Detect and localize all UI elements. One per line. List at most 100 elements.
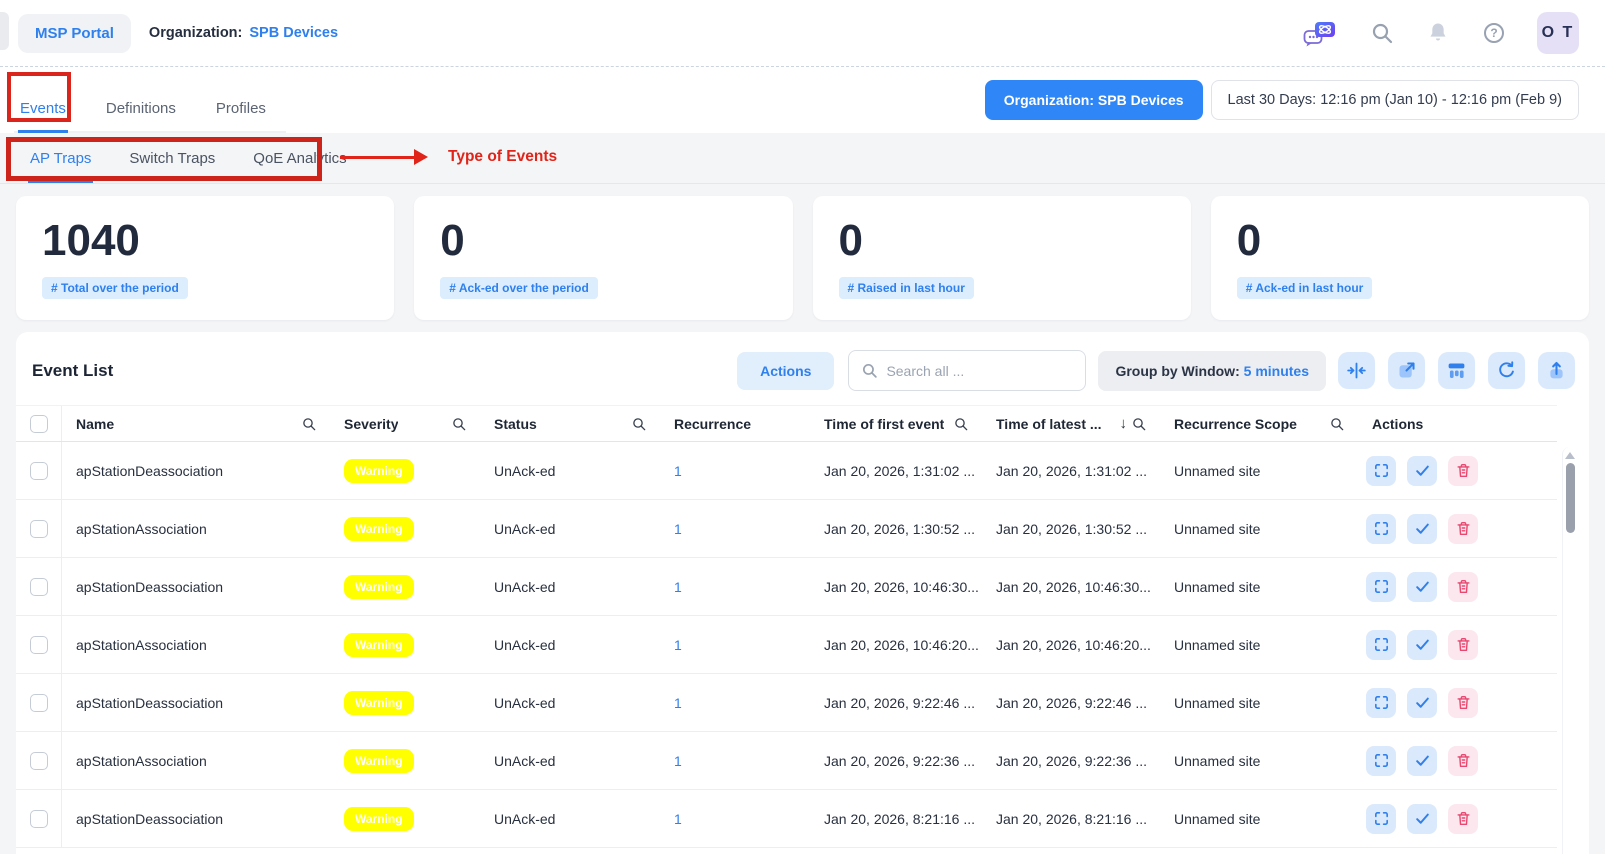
search-input[interactable] [886,363,1073,379]
row-checkbox[interactable] [30,694,48,712]
tab-events[interactable]: Events [18,84,68,133]
status-cell: UnAck-ed [480,695,660,711]
acknowledge-button[interactable] [1407,746,1437,776]
columns-button[interactable] [1438,352,1475,389]
column-header-recurrence[interactable]: Recurrence [660,416,810,432]
acknowledge-button[interactable] [1407,572,1437,602]
column-header-status[interactable]: Status [480,416,660,432]
recurrence-cell: 1 [660,579,810,595]
recurrence-count-link[interactable]: 1 [674,695,682,711]
expand-event-button[interactable] [1366,456,1396,486]
acknowledge-button[interactable] [1407,456,1437,486]
expand-event-button[interactable] [1366,572,1396,602]
scrollbar-thumb[interactable] [1566,463,1575,533]
ai-assistant-icon[interactable] [1301,20,1339,46]
msp-portal-button[interactable]: MSP Portal [18,14,131,53]
select-all-checkbox[interactable] [30,415,48,433]
column-header-severity[interactable]: Severity [330,416,480,432]
organization-filter-button[interactable]: Organization: SPB Devices [985,80,1203,120]
notifications-bell-icon[interactable] [1425,20,1451,46]
expand-icon [1373,462,1390,479]
tab-definitions[interactable]: Definitions [104,84,178,133]
recurrence-count-link[interactable]: 1 [674,753,682,769]
date-range-picker[interactable]: Last 30 Days: 12:16 pm (Jan 10) - 12:16 … [1211,80,1579,120]
time-latest-event: Jan 20, 2026, 10:46:30... [982,579,1160,595]
row-checkbox[interactable] [30,462,48,480]
export-button[interactable] [1538,352,1575,389]
status-cell: UnAck-ed [480,811,660,827]
table-scrollbar[interactable] [1562,447,1577,854]
fit-columns-button[interactable] [1338,352,1375,389]
annotation-label: Type of Events [448,148,557,166]
status-cell: UnAck-ed [480,579,660,595]
severity-cell: Warning [330,691,480,715]
expand-icon [1373,578,1390,595]
row-checkbox[interactable] [30,636,48,654]
recurrence-count-link[interactable]: 1 [674,637,682,653]
column-search-icon[interactable] [953,416,969,432]
delete-event-button[interactable] [1448,688,1478,718]
column-header-first-event[interactable]: Time of first event [810,416,982,432]
recurrence-count-link[interactable]: 1 [674,811,682,827]
column-search-icon[interactable] [1131,416,1147,432]
tab-ap-traps[interactable]: AP Traps [28,150,93,183]
sort-desc-icon[interactable]: ↓ [1120,415,1128,432]
delete-event-button[interactable] [1448,514,1478,544]
column-header-name[interactable]: Name [62,416,330,432]
recurrence-cell: 1 [660,695,810,711]
search-box[interactable] [848,350,1086,391]
event-type-tabs: AP Traps Switch Traps QoE Analytics [28,133,349,183]
organization-value-link[interactable]: SPB Devices [249,25,338,41]
expand-event-button[interactable] [1366,514,1396,544]
open-in-new-button[interactable] [1388,352,1425,389]
event-name: apStationAssociation [62,753,330,769]
recurrence-scope: Unnamed site [1160,637,1358,653]
column-search-icon[interactable] [451,416,467,432]
recurrence-count-link[interactable]: 1 [674,463,682,479]
user-avatar[interactable]: O T [1537,12,1579,54]
sidebar-toggle-sliver[interactable] [0,12,9,50]
expand-event-button[interactable] [1366,688,1396,718]
recurrence-count-link[interactable]: 1 [674,579,682,595]
acknowledge-button[interactable] [1407,688,1437,718]
row-checkbox[interactable] [30,810,48,828]
acknowledge-button[interactable] [1407,630,1437,660]
column-search-icon[interactable] [631,416,647,432]
column-search-icon[interactable] [301,416,317,432]
check-icon [1414,462,1431,479]
actions-button[interactable]: Actions [737,352,834,390]
status-cell: UnAck-ed [480,463,660,479]
delete-event-button[interactable] [1448,572,1478,602]
table-row: apStationDeassociation Warning UnAck-ed … [16,790,1557,848]
group-by-window-selector[interactable]: Group by Window: 5 minutes [1098,351,1326,391]
column-header-latest-event[interactable]: Time of latest ... ↓ [982,415,1160,432]
tab-qoe-analytics[interactable]: QoE Analytics [251,150,348,183]
acknowledge-button[interactable] [1407,804,1437,834]
global-search-icon[interactable] [1369,20,1395,46]
time-latest-event: Jan 20, 2026, 9:22:46 ... [982,695,1160,711]
row-actions [1358,804,1557,834]
row-checkbox-cell [16,442,62,499]
acknowledge-button[interactable] [1407,514,1437,544]
tab-switch-traps[interactable]: Switch Traps [127,150,217,183]
column-search-icon[interactable] [1329,416,1345,432]
expand-event-button[interactable] [1366,630,1396,660]
delete-event-button[interactable] [1448,746,1478,776]
help-icon[interactable]: ? [1481,20,1507,46]
trash-icon [1455,520,1472,537]
delete-event-button[interactable] [1448,630,1478,660]
expand-event-button[interactable] [1366,804,1396,834]
recurrence-scope: Unnamed site [1160,521,1358,537]
row-checkbox[interactable] [30,752,48,770]
column-header-recurrence-scope[interactable]: Recurrence Scope [1160,416,1358,432]
recurrence-count-link[interactable]: 1 [674,521,682,537]
tab-profiles[interactable]: Profiles [214,84,268,133]
row-checkbox[interactable] [30,520,48,538]
refresh-button[interactable] [1488,352,1525,389]
delete-event-button[interactable] [1448,456,1478,486]
scroll-up-arrow-icon[interactable] [1565,452,1575,459]
expand-event-button[interactable] [1366,746,1396,776]
row-checkbox[interactable] [30,578,48,596]
trash-icon [1455,752,1472,769]
delete-event-button[interactable] [1448,804,1478,834]
